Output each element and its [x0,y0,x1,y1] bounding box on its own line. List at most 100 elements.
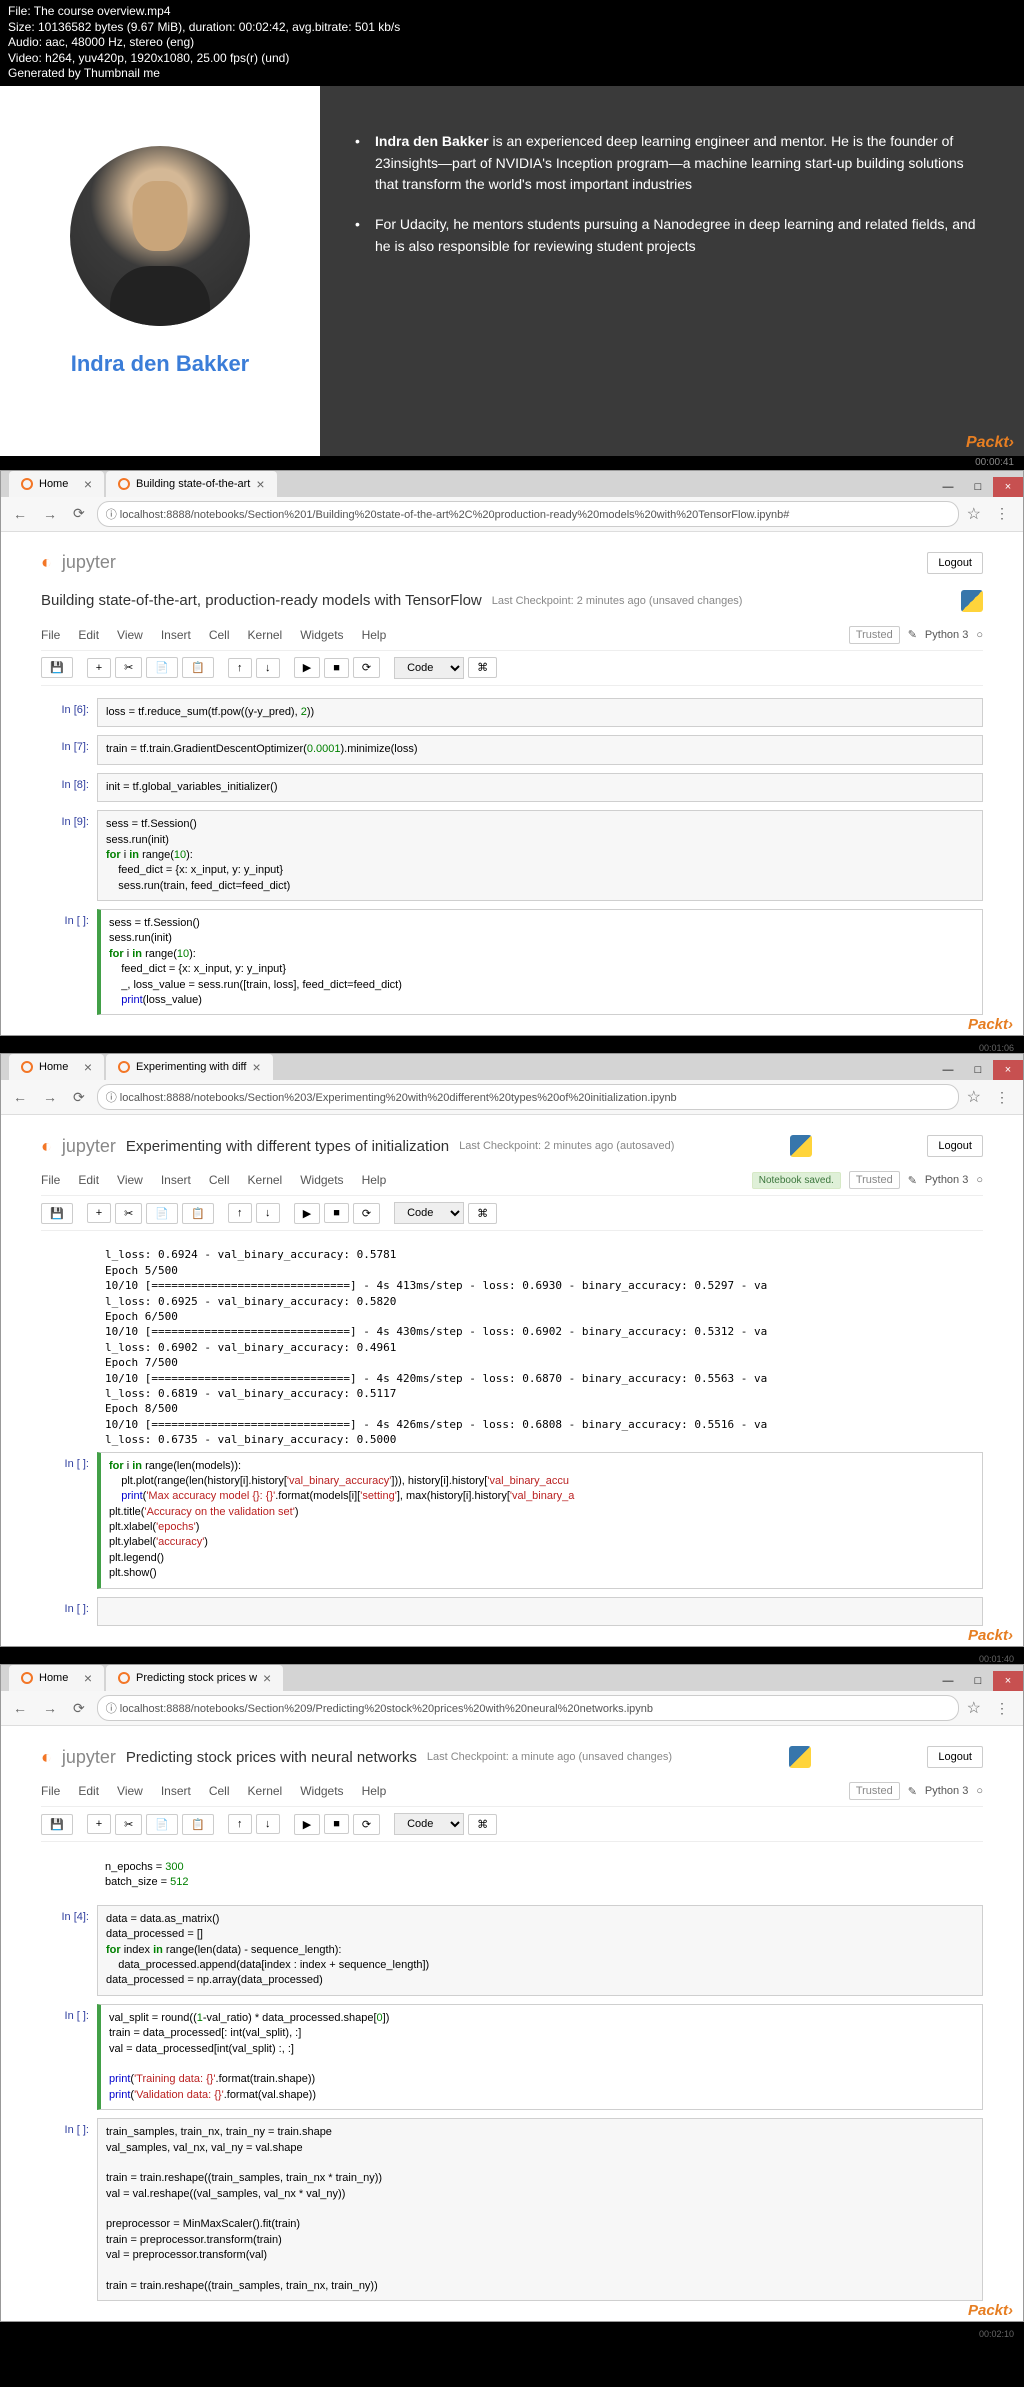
menu-file[interactable]: File [41,1784,60,1798]
code-cell[interactable]: sess = tf.Session() sess.run(init) for i… [97,810,983,901]
reload-button[interactable]: ⟳ [69,1698,89,1719]
paste-button[interactable]: 📋 [182,657,214,678]
menu-kernel[interactable]: Kernel [248,1173,283,1187]
browser-tab-home[interactable]: Home× [9,1054,104,1080]
code-cell[interactable]: loss = tf.reduce_sum(tf.pow((y-y_pred), … [97,698,983,727]
trusted-badge[interactable]: Trusted [849,1782,900,1800]
minimize-button[interactable]: — [933,1671,963,1691]
edit-icon[interactable]: ✎ [908,1174,917,1187]
close-icon[interactable]: × [84,1059,92,1075]
move-down-button[interactable]: ↓ [256,1814,280,1834]
add-cell-button[interactable]: + [87,1814,111,1834]
menu-insert[interactable]: Insert [161,628,191,642]
bookmark-icon[interactable]: ☆ [967,504,981,524]
cut-button[interactable]: ✂ [115,1203,142,1224]
window-close-button[interactable]: × [993,477,1023,497]
maximize-button[interactable]: □ [963,1671,993,1691]
run-button[interactable]: ▶ [294,1203,320,1224]
notebook-title[interactable]: Predicting stock prices with neural netw… [126,1749,417,1766]
browser-menu-icon[interactable]: ⋮ [989,505,1015,522]
copy-button[interactable]: 📄 [146,1814,178,1835]
close-icon[interactable]: × [252,1059,260,1075]
close-icon[interactable]: × [84,1670,92,1686]
code-cell[interactable]: n_epochs = 300 batch_size = 512 [97,1854,983,1897]
paste-button[interactable]: 📋 [182,1814,214,1835]
forward-button[interactable]: → [39,504,61,524]
menu-widgets[interactable]: Widgets [300,628,343,642]
restart-button[interactable]: ⟳ [353,657,380,678]
add-cell-button[interactable]: + [87,1203,111,1223]
menu-kernel[interactable]: Kernel [248,628,283,642]
move-up-button[interactable]: ↑ [228,1203,252,1223]
menu-view[interactable]: View [117,1173,143,1187]
run-button[interactable]: ▶ [294,657,320,678]
jupyter-logo[interactable]: jupyter [62,552,116,573]
close-icon[interactable]: × [256,476,264,492]
url-input[interactable]: ⓘ localhost:8888/notebooks/Section%203/E… [97,1084,959,1110]
browser-tab-home[interactable]: Home× [9,471,104,497]
menu-edit[interactable]: Edit [78,628,99,642]
code-cell[interactable]: val_split = round((1-val_ratio) * data_p… [97,2004,983,2110]
close-icon[interactable]: × [84,476,92,492]
menu-insert[interactable]: Insert [161,1784,191,1798]
code-cell[interactable]: train = tf.train.GradientDescentOptimize… [97,735,983,764]
code-cell[interactable]: sess = tf.Session() sess.run(init) for i… [97,909,983,1015]
menu-view[interactable]: View [117,1784,143,1798]
trusted-badge[interactable]: Trusted [849,626,900,644]
code-cell[interactable]: data = data.as_matrix() data_processed =… [97,1905,983,1996]
minimize-button[interactable]: — [933,477,963,497]
restart-button[interactable]: ⟳ [353,1203,380,1224]
move-up-button[interactable]: ↑ [228,1814,252,1834]
save-button[interactable]: 💾 [41,657,73,678]
cut-button[interactable]: ✂ [115,657,142,678]
logout-button[interactable]: Logout [927,1135,983,1157]
jupyter-logo[interactable]: jupyter [62,1747,116,1768]
stop-button[interactable]: ■ [324,1203,349,1223]
menu-help[interactable]: Help [362,628,387,642]
move-up-button[interactable]: ↑ [228,658,252,678]
jupyter-logo[interactable]: jupyter [62,1136,116,1157]
code-cell[interactable] [97,1597,983,1626]
back-button[interactable]: ← [9,1087,31,1107]
copy-button[interactable]: 📄 [146,1203,178,1224]
cell-type-select[interactable]: Code [394,657,464,679]
save-button[interactable]: 💾 [41,1814,73,1835]
move-down-button[interactable]: ↓ [256,1203,280,1223]
menu-help[interactable]: Help [362,1173,387,1187]
url-input[interactable]: ⓘ localhost:8888/notebooks/Section%209/P… [97,1695,959,1721]
notebook-title[interactable]: Building state-of-the-art, production-re… [41,592,482,609]
close-icon[interactable]: × [263,1670,271,1686]
logout-button[interactable]: Logout [927,552,983,574]
menu-widgets[interactable]: Widgets [300,1173,343,1187]
bookmark-icon[interactable]: ☆ [967,1698,981,1718]
command-palette-button[interactable]: ⌘ [468,657,497,678]
trusted-badge[interactable]: Trusted [849,1171,900,1189]
stop-button[interactable]: ■ [324,1814,349,1834]
minimize-button[interactable]: — [933,1060,963,1080]
command-palette-button[interactable]: ⌘ [468,1814,497,1835]
browser-menu-icon[interactable]: ⋮ [989,1089,1015,1106]
forward-button[interactable]: → [39,1698,61,1718]
kernel-name[interactable]: Python 3 [925,1785,968,1797]
back-button[interactable]: ← [9,1698,31,1718]
copy-button[interactable]: 📄 [146,657,178,678]
cell-type-select[interactable]: Code [394,1202,464,1224]
edit-icon[interactable]: ✎ [908,628,917,641]
add-cell-button[interactable]: + [87,658,111,678]
forward-button[interactable]: → [39,1087,61,1107]
menu-edit[interactable]: Edit [78,1784,99,1798]
menu-file[interactable]: File [41,1173,60,1187]
menu-kernel[interactable]: Kernel [248,1784,283,1798]
bookmark-icon[interactable]: ☆ [967,1087,981,1107]
code-cell[interactable]: for i in range(len(models)): plt.plot(ra… [97,1452,983,1589]
browser-tab-notebook[interactable]: Building state-of-the-art× [106,471,277,497]
reload-button[interactable]: ⟳ [69,1087,89,1108]
kernel-name[interactable]: Python 3 [925,629,968,641]
cell-type-select[interactable]: Code [394,1813,464,1835]
kernel-name[interactable]: Python 3 [925,1174,968,1186]
notebook-title[interactable]: Experimenting with different types of in… [126,1138,449,1155]
menu-help[interactable]: Help [362,1784,387,1798]
maximize-button[interactable]: □ [963,1060,993,1080]
menu-widgets[interactable]: Widgets [300,1784,343,1798]
restart-button[interactable]: ⟳ [353,1814,380,1835]
